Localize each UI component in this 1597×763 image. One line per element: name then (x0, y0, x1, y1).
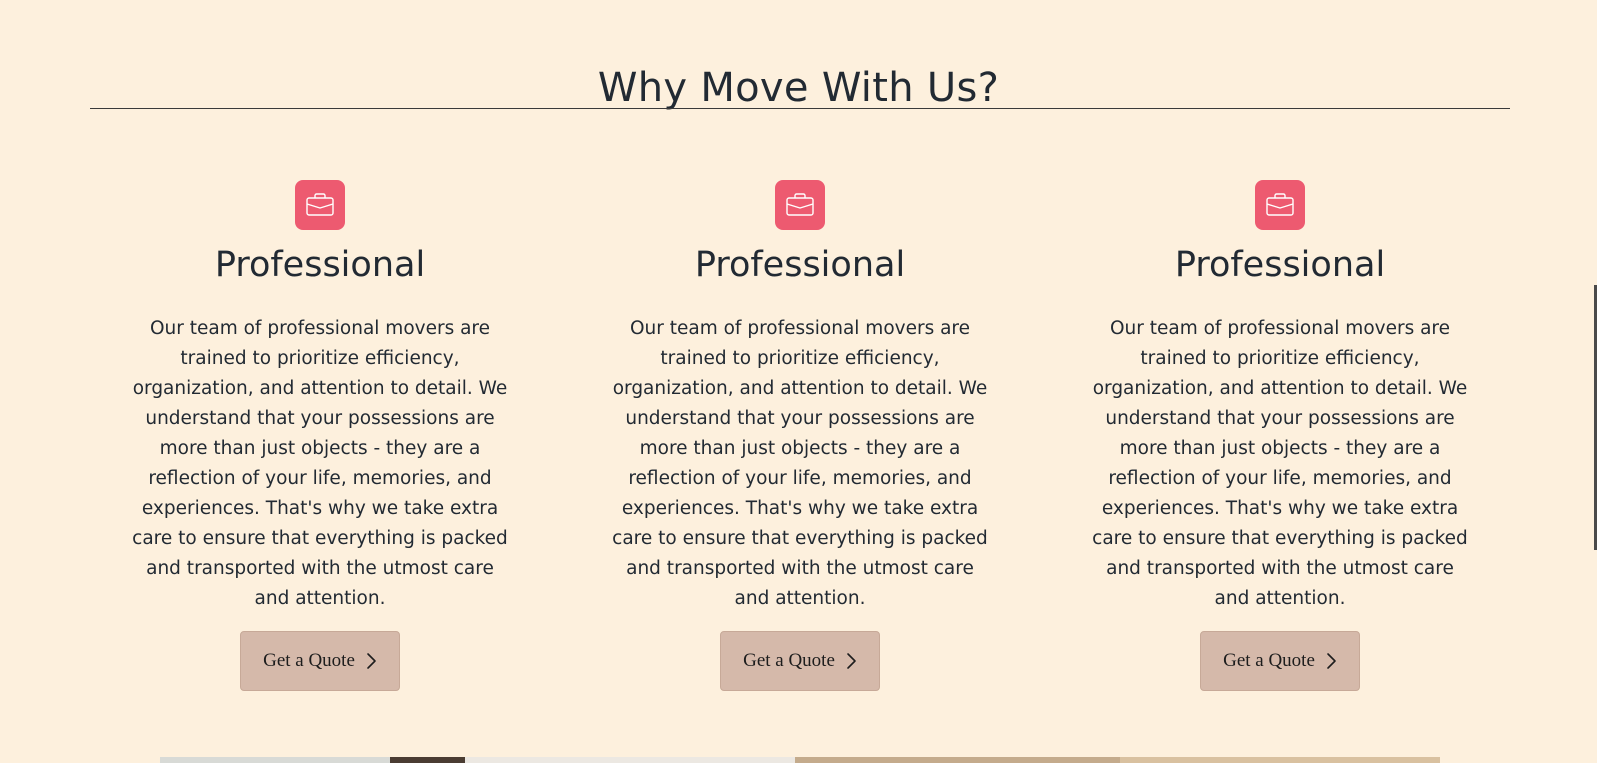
feature-heading: Professional (214, 245, 426, 285)
gallery-photo (160, 757, 390, 763)
feature-heading: Professional (694, 245, 906, 285)
briefcase-icon (1255, 180, 1305, 230)
photo-gallery-strip (160, 757, 1440, 763)
chevron-right-icon (847, 653, 856, 669)
section-title: Why Move With Us? (597, 65, 1000, 111)
get-quote-button[interactable]: Get a Quote (720, 631, 880, 691)
get-quote-button[interactable]: Get a Quote (1200, 631, 1360, 691)
get-quote-button[interactable]: Get a Quote (240, 631, 400, 691)
feature-card-1: Professional Our team of professional mo… (120, 180, 520, 691)
feature-description: Our team of professional movers are trai… (612, 318, 988, 609)
feature-card-2: Professional Our team of professional mo… (600, 180, 1000, 691)
chevron-right-icon (367, 653, 376, 669)
gallery-photo (465, 757, 795, 763)
feature-description: Our team of professional movers are trai… (1092, 318, 1468, 609)
title-divider (90, 108, 1510, 109)
gallery-photo (795, 757, 1120, 763)
gallery-photo (390, 757, 465, 763)
chevron-right-icon (1327, 653, 1336, 669)
get-quote-label: Get a Quote (743, 650, 835, 671)
get-quote-label: Get a Quote (1223, 650, 1315, 671)
gallery-photo (1120, 757, 1440, 763)
briefcase-icon (775, 180, 825, 230)
feature-description: Our team of professional movers are trai… (132, 318, 508, 609)
feature-card-3: Professional Our team of professional mo… (1080, 180, 1480, 691)
briefcase-icon (295, 180, 345, 230)
feature-heading: Professional (1174, 245, 1386, 285)
get-quote-label: Get a Quote (263, 650, 355, 671)
